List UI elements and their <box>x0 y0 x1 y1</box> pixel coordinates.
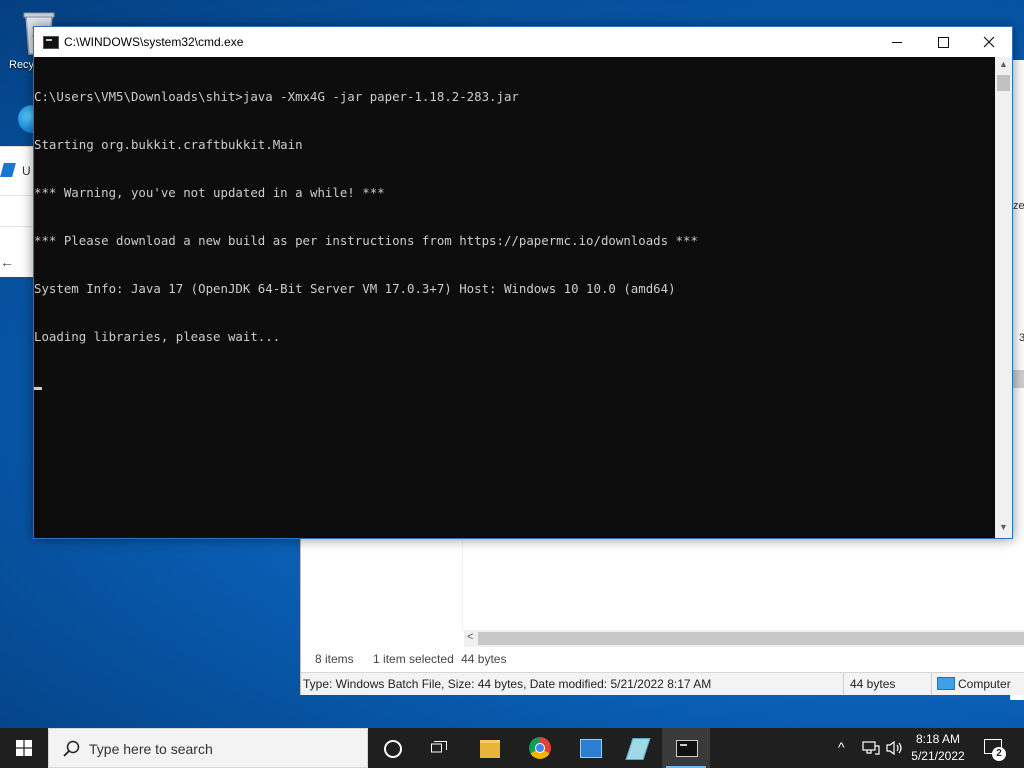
network-icon[interactable] <box>862 740 880 756</box>
cortana-button[interactable] <box>368 728 416 768</box>
task-view-button[interactable] <box>416 728 464 768</box>
selection-size: 44 bytes <box>461 652 507 666</box>
file-explorer-taskbar-button[interactable] <box>466 728 514 768</box>
selection-count: 1 item selected <box>373 652 454 666</box>
scroll-down-icon[interactable]: ▼ <box>999 522 1008 532</box>
console-line: Loading libraries, please wait... <box>34 329 281 344</box>
clock-date: 5/21/2022 <box>911 749 965 763</box>
recycle-bin-label: Recy <box>9 59 35 71</box>
cmd-window-title: C:\WINDOWS\system32\cmd.exe <box>64 35 244 49</box>
computer-icon <box>937 677 955 690</box>
cmd-window[interactable]: C:\WINDOWS\system32\cmd.exe C:\Users\VM5… <box>33 26 1013 539</box>
action-center-button[interactable]: 2 <box>980 728 1024 768</box>
scroll-up-icon[interactable]: ▲ <box>999 59 1008 69</box>
start-button[interactable] <box>0 728 48 768</box>
horizontal-scrollbar[interactable]: < <box>464 630 1024 647</box>
explorer-column-fragment: ze <box>1013 200 1024 212</box>
console-line: *** Warning, you've not updated in a whi… <box>34 185 385 200</box>
cmd-app-icon[interactable] <box>43 36 59 49</box>
close-icon <box>983 36 995 48</box>
scroll-left-icon[interactable]: < <box>467 631 473 643</box>
task-view-icon <box>431 741 447 753</box>
taskbar: Type here to search ^ 8:18 AM 5/21/2022 <box>0 728 1024 768</box>
item-count: 8 items <box>315 652 354 666</box>
console-output[interactable]: C:\Users\VM5\Downloads\shit>java -Xmx4G … <box>34 57 995 538</box>
explorer-details-bar: Type: Windows Batch File, Size: 44 bytes… <box>301 672 1024 695</box>
console-line: System Info: Java 17 (OpenJDK 64-Bit Ser… <box>34 281 676 296</box>
console-line: Starting org.bukkit.craftbukkit.Main <box>34 137 303 152</box>
network-app-icon <box>580 739 602 758</box>
search-placeholder: Type here to search <box>89 741 213 757</box>
quick-access-icon <box>0 163 16 177</box>
show-hidden-icons-icon[interactable]: ^ <box>838 739 845 755</box>
back-arrow-icon[interactable]: ← <box>0 254 14 270</box>
notification-count: 2 <box>992 747 1006 761</box>
close-button[interactable] <box>966 27 1012 57</box>
scrollbar-thumb[interactable] <box>478 632 1024 645</box>
volume-icon[interactable] <box>886 740 904 756</box>
explorer-fragment-text: U <box>22 164 31 178</box>
explorer-status-bar: 8 items 1 item selected 44 bytes <box>315 652 522 666</box>
vertical-scrollbar[interactable]: ▲ ▼ <box>995 57 1012 538</box>
cmd-titlebar[interactable]: C:\WINDOWS\system32\cmd.exe <box>34 27 1012 57</box>
chrome-icon <box>529 737 551 759</box>
explorer-value-fragment: 3 <box>1019 332 1024 344</box>
file-details-text: Type: Windows Batch File, Size: 44 bytes… <box>303 677 712 691</box>
taskbar-clock[interactable]: 8:18 AM 5/21/2022 <box>908 731 968 765</box>
search-icon <box>63 740 80 757</box>
taskbar-search-box[interactable]: Type here to search <box>48 728 368 768</box>
clock-time: 8:18 AM <box>915 732 961 746</box>
notes-app-icon <box>625 738 651 760</box>
console-line: *** Please download a new build as per i… <box>34 233 698 248</box>
cortana-icon <box>384 740 402 758</box>
file-size-text: 44 bytes <box>850 677 896 691</box>
network-app-taskbar-button[interactable] <box>566 728 614 768</box>
minimize-button[interactable] <box>874 27 920 57</box>
cmd-icon <box>676 740 698 757</box>
cmd-taskbar-button[interactable] <box>662 728 710 768</box>
chrome-taskbar-button[interactable] <box>516 728 564 768</box>
location-text: Computer <box>958 677 1011 691</box>
scrollbar-thumb[interactable] <box>997 75 1010 91</box>
explorer-scroll-fragment <box>1013 370 1024 388</box>
maximize-button[interactable] <box>920 27 966 57</box>
folder-icon <box>480 740 500 758</box>
text-cursor <box>34 387 42 390</box>
console-line: C:\Users\VM5\Downloads\shit>java -Xmx4G … <box>34 89 519 104</box>
windows-logo-icon <box>16 740 32 756</box>
notes-app-taskbar-button[interactable] <box>614 728 662 768</box>
